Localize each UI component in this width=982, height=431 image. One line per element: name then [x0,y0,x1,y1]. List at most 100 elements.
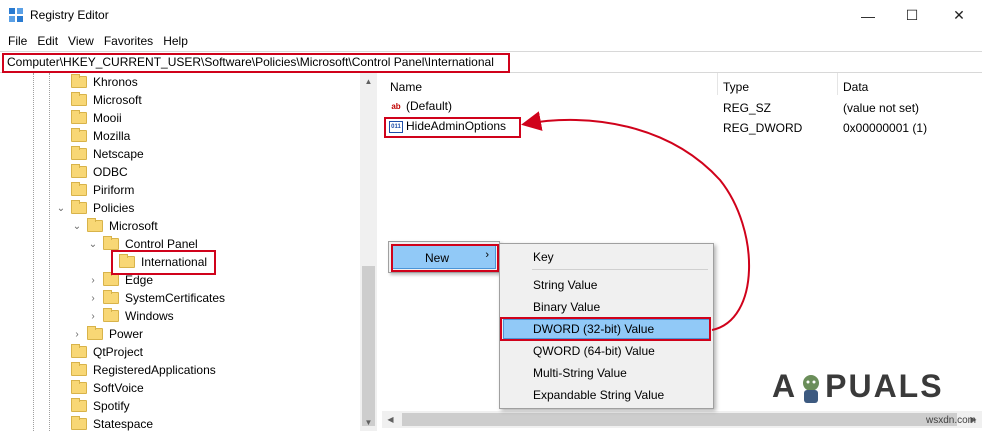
submenu-item-qword-value[interactable]: QWORD (64-bit) Value [503,341,710,361]
tree-item-odbc[interactable]: ODBC [56,163,128,181]
submenu-item-expandable-string-value[interactable]: Expandable String Value [503,385,710,405]
close-button[interactable]: ✕ [936,0,982,31]
folder-icon [71,182,87,196]
column-divider[interactable] [717,73,718,95]
appuals-logo: A PUALS [772,368,944,405]
tree-item-label: Mooii [93,111,122,125]
key-tree[interactable]: Khronos Microsoft Mooii Mozilla Netscape… [0,73,377,431]
tree-item-policies-microsoft[interactable]: ⌄ Microsoft [72,217,158,235]
value-row-default[interactable]: ab (Default) [389,99,452,117]
scroll-thumb[interactable] [362,266,375,426]
menu-separator [532,269,708,270]
value-name: (Default) [406,99,453,113]
address-highlight-box [2,53,510,73]
title-bar: Registry Editor — ☐ ✕ [0,0,982,31]
folder-icon [71,416,87,430]
tree-item-qtproject[interactable]: QtProject [56,343,143,361]
context-menu: New › [388,241,500,273]
tree-item-softvoice[interactable]: SoftVoice [56,379,144,397]
tree-item-label: Netscape [93,147,144,161]
scroll-up-arrow-icon[interactable]: ▲ [360,73,377,90]
folder-icon [71,200,87,214]
tree-item-label: Spotify [93,399,130,413]
folder-icon [87,218,103,232]
tree-item-label: Microsoft [93,93,142,107]
tree-item-mooii[interactable]: Mooii [56,109,122,127]
tree-item-mozilla[interactable]: Mozilla [56,127,130,145]
menu-view[interactable]: View [63,31,99,51]
tree-item-netscape[interactable]: Netscape [56,145,144,163]
list-horizontal-scrollbar[interactable]: ◀ ▶ [382,411,982,428]
column-header-data[interactable]: Data [843,80,868,94]
submenu-item-multi-string-value[interactable]: Multi-String Value [503,363,710,383]
tree-item-windows[interactable]: › Windows [88,307,174,325]
value-data: (value not set) [843,101,920,115]
registry-editor-icon [9,8,23,22]
tree-item-systemcertificates[interactable]: › SystemCertificates [88,289,225,307]
folder-icon [71,344,87,358]
string-value-icon: ab [389,100,403,113]
expand-icon[interactable]: › [88,275,98,286]
tree-item-power[interactable]: › Power [72,325,143,343]
menu-help[interactable]: Help [158,31,193,51]
tree-item-piriform[interactable]: Piriform [56,181,134,199]
dword-highlight-box [500,317,711,341]
tree-item-microsoft[interactable]: Microsoft [56,91,142,109]
tree-item-label: Statespace [93,417,154,431]
address-bar[interactable]: Computer\HKEY_CURRENT_USER\Software\Poli… [0,51,982,73]
scroll-left-arrow-icon[interactable]: ◀ [382,411,399,428]
tree-item-statespace[interactable]: Statespace [56,415,153,431]
tree-item-khronos[interactable]: Khronos [56,73,138,91]
submenu-item-binary-value[interactable]: Binary Value [503,297,710,317]
new-submenu: Key String Value Binary Value DWORD (32-… [499,243,714,409]
tree-scrollbar[interactable]: ▲ ▼ [360,73,377,431]
collapse-icon[interactable]: ⌄ [72,221,82,232]
new-highlight-box [391,244,499,272]
folder-icon [103,272,119,286]
tree-item-spotify[interactable]: Spotify [56,397,130,415]
maximize-button[interactable]: ☐ [889,0,935,31]
column-header-name[interactable]: Name [390,80,422,94]
tree-item-label: Microsoft [109,219,158,233]
tree-item-label: Policies [93,201,135,215]
menu-file[interactable]: File [3,31,32,51]
tree-item-label: Mozilla [93,129,131,143]
site-watermark: wsxdn.com [926,415,977,426]
logo-letter: A [772,368,798,404]
minimize-button[interactable]: — [845,0,891,31]
tree-item-policies[interactable]: ⌄ Policies [56,199,134,217]
tree-item-label: Control Panel [125,237,198,251]
tree-item-label: Edge [125,273,154,287]
folder-icon [71,74,87,88]
menu-edit[interactable]: Edit [32,31,63,51]
scroll-down-arrow-icon[interactable]: ▼ [360,414,377,431]
folder-icon [87,326,103,340]
tree-item-registeredapplications[interactable]: RegisteredApplications [56,361,216,379]
value-data: 0x00000001 (1) [843,121,928,135]
window-title: Registry Editor [30,8,109,22]
folder-icon [71,362,87,376]
tree-item-label: Piriform [93,183,135,197]
value-type: REG_SZ [723,101,772,115]
submenu-item-string-value[interactable]: String Value [503,275,710,295]
scroll-thumb[interactable] [402,413,957,426]
column-header-type[interactable]: Type [723,80,749,94]
tree-guide [33,73,34,431]
collapse-icon[interactable]: ⌄ [56,203,66,214]
collapse-icon[interactable]: ⌄ [88,239,98,250]
folder-icon [103,290,119,304]
folder-icon [103,308,119,322]
submenu-item-key[interactable]: Key [503,247,710,267]
folder-icon [71,398,87,412]
tree-item-label: Khronos [93,75,138,89]
folder-icon [71,146,87,160]
expand-icon[interactable]: › [72,329,82,340]
tree-item-label: Windows [125,309,174,323]
menu-favorites[interactable]: Favorites [99,31,158,51]
column-divider[interactable] [837,73,838,95]
folder-icon [71,164,87,178]
expand-icon[interactable]: › [88,311,98,322]
value-type: REG_DWORD [723,121,803,135]
tree-item-label: ODBC [93,165,128,179]
expand-icon[interactable]: › [88,293,98,304]
